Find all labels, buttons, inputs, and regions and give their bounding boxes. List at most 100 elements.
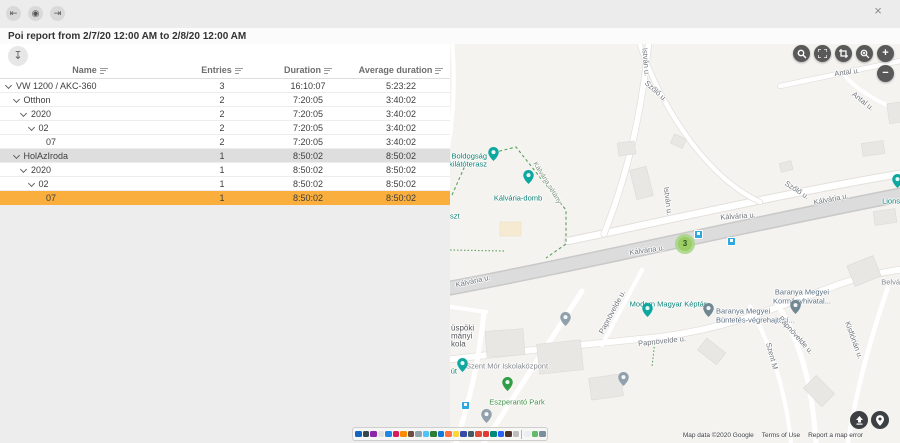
table-row[interactable]: 0718:50:028:50:02 [0, 191, 450, 205]
row-name: 07 [46, 193, 56, 203]
cluster-count: 3 [678, 237, 692, 251]
row-name: 02 [39, 179, 49, 189]
dock-app-icon[interactable] [524, 431, 531, 438]
zoom-in-button[interactable]: + [877, 45, 894, 62]
table-row[interactable]: Otthon27:20:053:40:02 [0, 93, 450, 107]
table-row[interactable]: 0227:20:053:40:02 [0, 121, 450, 135]
dock-app-icon[interactable] [453, 431, 460, 438]
skip-to-end-button[interactable]: ⇥ [50, 6, 65, 21]
dock-app-icon[interactable] [438, 431, 445, 438]
transit-stop-icon[interactable] [461, 401, 470, 410]
chevron-down-icon[interactable] [12, 152, 19, 159]
dock-app-icon[interactable] [539, 431, 546, 438]
map-search-button[interactable] [793, 45, 810, 62]
dock-app-icon[interactable] [400, 431, 407, 438]
dock-app-icon[interactable] [460, 431, 467, 438]
poi-pin[interactable] [523, 170, 534, 184]
table-row[interactable]: 0218:50:028:50:02 [0, 177, 450, 191]
row-entries: 1 [180, 151, 264, 161]
poi-pin[interactable] [790, 300, 801, 314]
map-zoom-selection-button[interactable] [856, 45, 873, 62]
row-duration: 16:10:07 [264, 81, 352, 91]
sort-icon [235, 66, 243, 73]
dock-app-icon[interactable] [408, 431, 415, 438]
poi-pin[interactable] [481, 409, 492, 423]
dock-app-icon[interactable] [363, 431, 370, 438]
map-pin-icon [488, 147, 499, 161]
poi-pin[interactable] [703, 303, 714, 317]
chevron-down-icon[interactable] [20, 166, 27, 173]
dock-app-icon[interactable] [498, 431, 505, 438]
chevron-down-icon[interactable] [20, 110, 27, 117]
column-header[interactable]: Name [0, 65, 180, 75]
poi-pin[interactable] [892, 174, 900, 188]
table-row[interactable]: 202027:20:053:40:02 [0, 107, 450, 121]
transit-stop-icon[interactable] [694, 230, 703, 239]
poi-pin[interactable] [560, 312, 571, 326]
dock-app-icon[interactable] [483, 431, 490, 438]
overview-button[interactable] [850, 411, 868, 429]
table-row[interactable]: HolAzIroda18:50:028:50:02 [0, 149, 450, 163]
sort-icon [324, 66, 332, 73]
dock-app-icon[interactable] [355, 431, 362, 438]
row-entries: 3 [180, 81, 264, 91]
dock-app-icon[interactable] [393, 431, 400, 438]
column-label: Entries [201, 65, 232, 75]
chevron-down-icon[interactable] [27, 180, 34, 187]
map-fullscreen-button[interactable] [814, 45, 831, 62]
table-row[interactable]: 202018:50:028:50:02 [0, 163, 450, 177]
dock-app-icon[interactable] [475, 431, 482, 438]
dock-app-icon[interactable] [385, 431, 392, 438]
row-duration: 8:50:02 [264, 165, 352, 175]
map-canvas[interactable]: lc BoldogságkilátóteraszKálvária-dombKál… [450, 44, 900, 443]
skip-to-start-button[interactable]: ⇤ [6, 6, 21, 21]
table-row[interactable]: 0727:20:053:40:02 [0, 135, 450, 149]
row-entries: 2 [180, 123, 264, 133]
marker-cluster[interactable]: 3 [675, 234, 695, 254]
row-duration: 7:20:05 [264, 137, 352, 147]
poi-pin[interactable] [457, 358, 468, 372]
map-data-credit: Map data ©2020 Google [683, 432, 754, 439]
dock-app-icon[interactable] [423, 431, 430, 438]
dock-app-icon[interactable] [505, 431, 512, 438]
row-name: 2020 [31, 165, 51, 175]
playback-button[interactable]: ◉ [28, 6, 43, 21]
zoom-out-button[interactable]: − [877, 65, 894, 82]
terms-of-use-link[interactable]: Terms of Use [762, 432, 800, 439]
close-icon[interactable]: × [869, 2, 887, 20]
poi-pin[interactable] [488, 147, 499, 161]
dock-app-icon[interactable] [490, 431, 497, 438]
dock-app-icon[interactable] [532, 431, 539, 438]
poi-pin[interactable] [618, 372, 629, 386]
chevron-down-icon[interactable] [12, 96, 19, 103]
column-header[interactable]: Average duration [352, 65, 450, 75]
dock-app-icon[interactable] [415, 431, 422, 438]
top-toolbar [0, 0, 900, 28]
row-avg-duration: 8:50:02 [352, 179, 450, 189]
transit-stop-icon[interactable] [727, 237, 736, 246]
dock-app-icon[interactable] [445, 431, 452, 438]
map-attribution: Map data ©2020 Google Terms of Use Repor… [683, 432, 863, 439]
row-avg-duration: 5:23:22 [352, 81, 450, 91]
dock-app-icon[interactable] [370, 431, 377, 438]
chevron-down-icon[interactable] [27, 124, 34, 131]
poi-pin[interactable] [502, 377, 513, 391]
dock-app-icon[interactable] [430, 431, 437, 438]
map-pin-icon [876, 415, 884, 426]
map-crop-button[interactable] [835, 45, 852, 62]
map-pin-icon [502, 377, 513, 391]
column-header[interactable]: Entries [180, 65, 264, 75]
poi-pin[interactable] [642, 303, 653, 317]
dock-app-icon[interactable] [468, 431, 475, 438]
row-duration: 8:50:02 [264, 151, 352, 161]
dock-app-icon[interactable] [513, 431, 520, 438]
chevron-down-icon[interactable] [5, 82, 12, 89]
row-avg-duration: 3:40:02 [352, 137, 450, 147]
dock-app-icon[interactable] [378, 431, 385, 438]
column-header[interactable]: Duration [264, 65, 352, 75]
table-row[interactable]: VW 1200 / AKC-360316:10:075:23:22 [0, 79, 450, 93]
row-duration: 7:20:05 [264, 109, 352, 119]
row-duration: 8:50:02 [264, 193, 352, 203]
show-marker-button[interactable] [871, 411, 889, 429]
report-map-error-link[interactable]: Report a map error [808, 432, 863, 439]
